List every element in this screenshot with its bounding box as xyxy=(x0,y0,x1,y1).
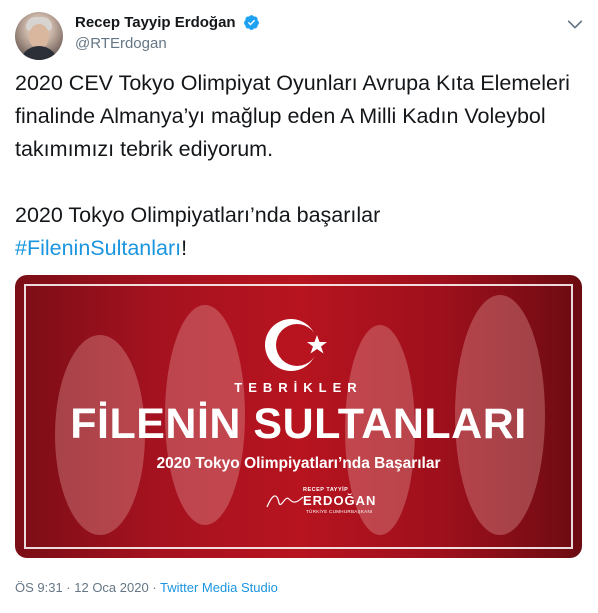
signature-title: TÜRKİYE CUMHURBAŞKANI xyxy=(306,509,373,514)
tweet-text-paragraph-1: 2020 CEV Tokyo Olimpiyat Oyunları Avrupa… xyxy=(15,71,570,161)
media-kicker: TEBRİKLER xyxy=(234,380,363,395)
timestamp[interactable]: ÖS 9:31 · 12 Oca 2020 xyxy=(15,580,149,595)
avatar-face xyxy=(29,24,49,48)
crescent-star-icon xyxy=(265,319,327,371)
avatar[interactable] xyxy=(15,12,63,60)
tweet-text-paragraph-2: 2020 Tokyo Olimpiyatları’nda başarılar xyxy=(15,203,381,227)
author-names: Recep Tayyip Erdoğan @RTErdogan xyxy=(75,14,260,52)
tweet-text: 2020 CEV Tokyo Olimpiyat Oyunları Avrupa… xyxy=(15,67,583,265)
tweet-meta: ÖS 9:31 · 12 Oca 2020 · Twitter Media St… xyxy=(15,580,278,595)
media-headline: FİLENİN SULTANLARI xyxy=(70,400,527,448)
verified-badge-icon xyxy=(244,15,259,31)
source-link[interactable]: Twitter Media Studio xyxy=(160,580,278,595)
tweet-media-image[interactable]: TEBRİKLER FİLENİN SULTANLARI 2020 Tokyo … xyxy=(15,275,582,558)
signature-script-icon xyxy=(266,495,304,508)
user-handle[interactable]: @RTErdogan xyxy=(75,35,260,52)
meta-separator: · xyxy=(148,580,161,595)
hashtag-link[interactable]: #FileninSultanları xyxy=(15,236,181,260)
tweet-header: Recep Tayyip Erdoğan @RTErdogan xyxy=(15,12,585,60)
display-name[interactable]: Recep Tayyip Erdoğan xyxy=(75,14,236,31)
signature-logo: RECEP TAYYİP ERDOĞAN TÜRKİYE CUMHURBAŞKA… xyxy=(265,485,385,525)
chevron-down-icon[interactable] xyxy=(565,14,585,34)
signature-name: ERDOĞAN xyxy=(303,493,377,508)
tweet-card: Recep Tayyip Erdoğan @RTErdogan 2020 CEV… xyxy=(0,0,598,613)
media-subline: 2020 Tokyo Olimpiyatları’nda Başarılar xyxy=(156,455,441,472)
avatar-suit xyxy=(19,46,59,60)
hashtag-suffix: ! xyxy=(181,236,188,260)
